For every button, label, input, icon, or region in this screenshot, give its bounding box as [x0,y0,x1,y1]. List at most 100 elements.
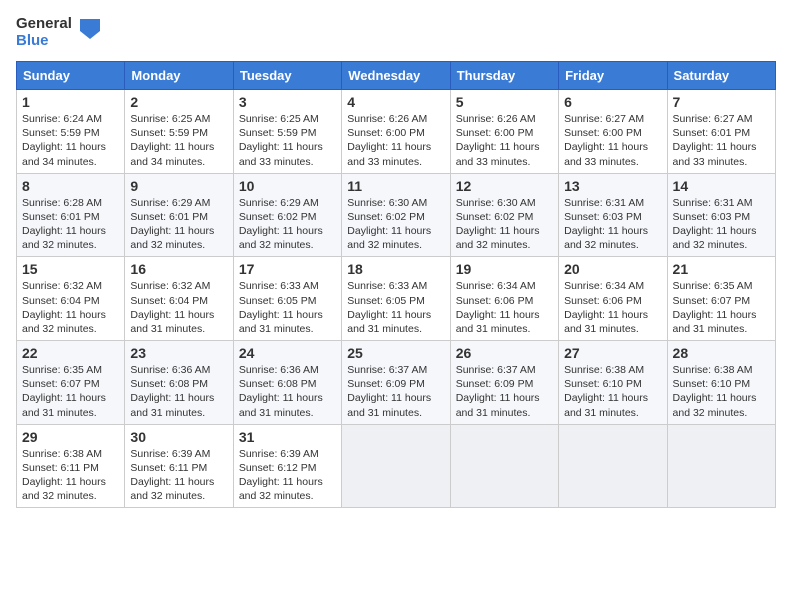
calendar-week-row: 29 Sunrise: 6:38 AMSunset: 6:11 PMDaylig… [17,424,776,508]
day-info: Sunrise: 6:29 AMSunset: 6:02 PMDaylight:… [239,196,336,253]
day-number: 9 [130,178,227,194]
calendar-cell [450,424,558,508]
day-info: Sunrise: 6:35 AMSunset: 6:07 PMDaylight:… [673,279,770,336]
day-number: 18 [347,261,444,277]
day-info: Sunrise: 6:39 AMSunset: 6:11 PMDaylight:… [130,447,227,504]
day-number: 19 [456,261,553,277]
day-info: Sunrise: 6:38 AMSunset: 6:10 PMDaylight:… [564,363,661,420]
calendar-week-row: 1 Sunrise: 6:24 AMSunset: 5:59 PMDayligh… [17,90,776,174]
day-info: Sunrise: 6:30 AMSunset: 6:02 PMDaylight:… [456,196,553,253]
day-number: 12 [456,178,553,194]
calendar-cell: 28 Sunrise: 6:38 AMSunset: 6:10 PMDaylig… [667,341,775,425]
calendar-cell: 21 Sunrise: 6:35 AMSunset: 6:07 PMDaylig… [667,257,775,341]
day-number: 15 [22,261,119,277]
day-number: 27 [564,345,661,361]
logo-general-text: General [16,16,72,33]
day-number: 13 [564,178,661,194]
day-number: 31 [239,429,336,445]
day-info: Sunrise: 6:28 AMSunset: 6:01 PMDaylight:… [22,196,119,253]
calendar-week-row: 8 Sunrise: 6:28 AMSunset: 6:01 PMDayligh… [17,173,776,257]
day-info: Sunrise: 6:31 AMSunset: 6:03 PMDaylight:… [673,196,770,253]
calendar-cell: 6 Sunrise: 6:27 AMSunset: 6:00 PMDayligh… [559,90,667,174]
day-number: 6 [564,94,661,110]
day-number: 21 [673,261,770,277]
calendar-cell: 1 Sunrise: 6:24 AMSunset: 5:59 PMDayligh… [17,90,125,174]
weekday-header-wednesday: Wednesday [342,62,450,90]
day-info: Sunrise: 6:31 AMSunset: 6:03 PMDaylight:… [564,196,661,253]
weekday-header-saturday: Saturday [667,62,775,90]
day-info: Sunrise: 6:24 AMSunset: 5:59 PMDaylight:… [22,112,119,169]
day-number: 4 [347,94,444,110]
calendar-cell: 20 Sunrise: 6:34 AMSunset: 6:06 PMDaylig… [559,257,667,341]
day-number: 17 [239,261,336,277]
day-number: 25 [347,345,444,361]
day-number: 3 [239,94,336,110]
calendar-week-row: 15 Sunrise: 6:32 AMSunset: 6:04 PMDaylig… [17,257,776,341]
calendar-cell: 8 Sunrise: 6:28 AMSunset: 6:01 PMDayligh… [17,173,125,257]
calendar-cell: 26 Sunrise: 6:37 AMSunset: 6:09 PMDaylig… [450,341,558,425]
calendar-cell: 31 Sunrise: 6:39 AMSunset: 6:12 PMDaylig… [233,424,341,508]
day-info: Sunrise: 6:37 AMSunset: 6:09 PMDaylight:… [456,363,553,420]
calendar-cell: 10 Sunrise: 6:29 AMSunset: 6:02 PMDaylig… [233,173,341,257]
day-info: Sunrise: 6:25 AMSunset: 5:59 PMDaylight:… [239,112,336,169]
calendar-cell [667,424,775,508]
day-number: 8 [22,178,119,194]
calendar-cell: 14 Sunrise: 6:31 AMSunset: 6:03 PMDaylig… [667,173,775,257]
day-info: Sunrise: 6:39 AMSunset: 6:12 PMDaylight:… [239,447,336,504]
day-info: Sunrise: 6:26 AMSunset: 6:00 PMDaylight:… [347,112,444,169]
logo-chevron-icon [80,19,100,47]
day-info: Sunrise: 6:32 AMSunset: 6:04 PMDaylight:… [22,279,119,336]
day-info: Sunrise: 6:30 AMSunset: 6:02 PMDaylight:… [347,196,444,253]
day-info: Sunrise: 6:32 AMSunset: 6:04 PMDaylight:… [130,279,227,336]
weekday-header-tuesday: Tuesday [233,62,341,90]
calendar-table: SundayMondayTuesdayWednesdayThursdayFrid… [16,61,776,508]
day-info: Sunrise: 6:27 AMSunset: 6:00 PMDaylight:… [564,112,661,169]
calendar-cell [342,424,450,508]
calendar-cell [559,424,667,508]
day-number: 7 [673,94,770,110]
day-number: 22 [22,345,119,361]
day-info: Sunrise: 6:27 AMSunset: 6:01 PMDaylight:… [673,112,770,169]
day-number: 2 [130,94,227,110]
calendar-cell: 9 Sunrise: 6:29 AMSunset: 6:01 PMDayligh… [125,173,233,257]
day-number: 10 [239,178,336,194]
calendar-cell: 22 Sunrise: 6:35 AMSunset: 6:07 PMDaylig… [17,341,125,425]
calendar-cell: 17 Sunrise: 6:33 AMSunset: 6:05 PMDaylig… [233,257,341,341]
calendar-cell: 12 Sunrise: 6:30 AMSunset: 6:02 PMDaylig… [450,173,558,257]
calendar-cell: 25 Sunrise: 6:37 AMSunset: 6:09 PMDaylig… [342,341,450,425]
calendar-cell: 7 Sunrise: 6:27 AMSunset: 6:01 PMDayligh… [667,90,775,174]
calendar-cell: 11 Sunrise: 6:30 AMSunset: 6:02 PMDaylig… [342,173,450,257]
day-info: Sunrise: 6:26 AMSunset: 6:00 PMDaylight:… [456,112,553,169]
day-number: 5 [456,94,553,110]
logo: General Blue [16,16,100,49]
weekday-header-friday: Friday [559,62,667,90]
calendar-week-row: 22 Sunrise: 6:35 AMSunset: 6:07 PMDaylig… [17,341,776,425]
day-number: 29 [22,429,119,445]
day-number: 16 [130,261,227,277]
weekday-header-row: SundayMondayTuesdayWednesdayThursdayFrid… [17,62,776,90]
day-info: Sunrise: 6:33 AMSunset: 6:05 PMDaylight:… [347,279,444,336]
day-number: 20 [564,261,661,277]
logo-blue-text: Blue [16,33,72,50]
calendar-cell: 2 Sunrise: 6:25 AMSunset: 5:59 PMDayligh… [125,90,233,174]
day-number: 24 [239,345,336,361]
logo-wordmark: General Blue [16,16,72,49]
day-info: Sunrise: 6:29 AMSunset: 6:01 PMDaylight:… [130,196,227,253]
calendar-cell: 4 Sunrise: 6:26 AMSunset: 6:00 PMDayligh… [342,90,450,174]
day-number: 11 [347,178,444,194]
day-number: 14 [673,178,770,194]
calendar-cell: 13 Sunrise: 6:31 AMSunset: 6:03 PMDaylig… [559,173,667,257]
day-number: 28 [673,345,770,361]
calendar-cell: 24 Sunrise: 6:36 AMSunset: 6:08 PMDaylig… [233,341,341,425]
calendar-cell: 23 Sunrise: 6:36 AMSunset: 6:08 PMDaylig… [125,341,233,425]
calendar-cell: 30 Sunrise: 6:39 AMSunset: 6:11 PMDaylig… [125,424,233,508]
day-info: Sunrise: 6:25 AMSunset: 5:59 PMDaylight:… [130,112,227,169]
day-info: Sunrise: 6:36 AMSunset: 6:08 PMDaylight:… [130,363,227,420]
calendar-cell: 16 Sunrise: 6:32 AMSunset: 6:04 PMDaylig… [125,257,233,341]
calendar-cell: 27 Sunrise: 6:38 AMSunset: 6:10 PMDaylig… [559,341,667,425]
calendar-cell: 18 Sunrise: 6:33 AMSunset: 6:05 PMDaylig… [342,257,450,341]
day-info: Sunrise: 6:37 AMSunset: 6:09 PMDaylight:… [347,363,444,420]
calendar-cell: 15 Sunrise: 6:32 AMSunset: 6:04 PMDaylig… [17,257,125,341]
day-info: Sunrise: 6:36 AMSunset: 6:08 PMDaylight:… [239,363,336,420]
weekday-header-thursday: Thursday [450,62,558,90]
